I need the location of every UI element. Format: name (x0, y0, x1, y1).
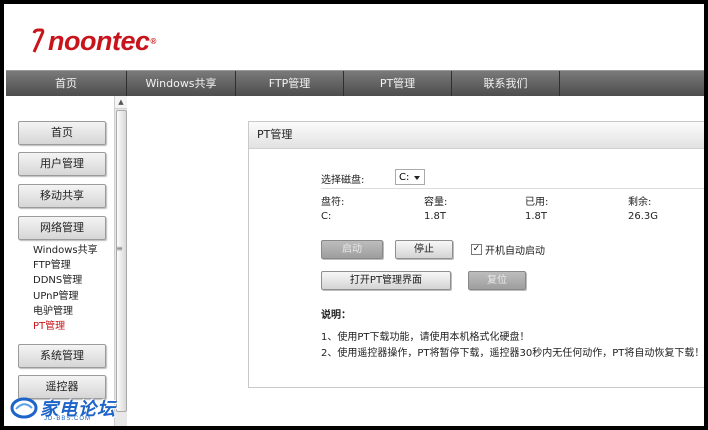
nav-contact[interactable]: 联系我们 (452, 71, 560, 97)
app-window: noontec ® 首页 Windows共享 FTP管理 PT管理 联系我们 首页… (4, 4, 704, 426)
submenu-upnp[interactable]: UPnP管理 (33, 290, 79, 304)
col-drive: 盘符: (321, 197, 345, 208)
top-navigation: 首页 Windows共享 FTP管理 PT管理 联系我们 (6, 70, 704, 97)
sidebar-home-button[interactable]: 首页 (18, 121, 106, 145)
registered-mark: ® (150, 36, 157, 46)
scroll-grip-icon: ≡ (116, 244, 123, 253)
notes-title: 说明： (321, 310, 351, 321)
brand-name: noontec (48, 25, 150, 56)
col-used: 已用: (525, 197, 549, 208)
nav-windows-share[interactable]: Windows共享 (127, 71, 236, 97)
start-button[interactable]: 启动 (321, 240, 383, 259)
sidebar: 首页 用户管理 移动共享 网络管理 Windows共享 FTP管理 DDNS管理… (6, 96, 114, 426)
submenu-ftp[interactable]: FTP管理 (33, 259, 71, 273)
note-2: 2、使用遥控器操作，PT将暂停下载，遥控器30秒内无任何动作，PT将自动恢复下载… (321, 348, 704, 359)
sidebar-system-management-button[interactable]: 系统管理 (18, 344, 106, 368)
col-capacity: 容量: (424, 197, 448, 208)
nav-empty (560, 71, 700, 97)
forum-logo-icon (10, 397, 38, 419)
disk-select-label: 选择磁盘: (321, 175, 365, 186)
brand-logo: noontec ® (30, 24, 156, 58)
chevron-down-icon (414, 176, 420, 180)
watermark: 家电论坛 JD-BBS.COM (10, 394, 140, 424)
cell-drive: C: (321, 211, 332, 222)
table-divider (321, 188, 704, 189)
panel-title: PT管理 (249, 122, 704, 149)
submenu-pt-active[interactable]: PT管理 (33, 320, 65, 334)
scroll-up-icon[interactable]: ▲ (115, 96, 127, 109)
submenu-emule[interactable]: 电驴管理 (33, 305, 73, 319)
note-1: 1、使用PT下载功能，请使用本机格式化硬盘！ (321, 332, 530, 343)
col-free: 剩余: (628, 197, 652, 208)
sidebar-scrollbar[interactable]: ▲ ≡ (114, 96, 127, 426)
submenu-windows-share[interactable]: Windows共享 (33, 244, 98, 258)
disk-select[interactable]: C: (395, 169, 425, 185)
sidebar-network-management-button[interactable]: 网络管理 (18, 216, 106, 240)
watermark-url: JD-BBS.COM (44, 416, 92, 422)
autostart-label: 开机自动启动 (485, 246, 545, 257)
cell-free: 26.3G (628, 211, 659, 222)
submenu-ddns[interactable]: DDNS管理 (33, 274, 82, 288)
scroll-thumb[interactable] (116, 110, 127, 412)
nav-home[interactable]: 首页 (6, 71, 127, 97)
reset-button[interactable]: 复位 (468, 271, 526, 290)
cell-capacity: 1.8T (424, 211, 447, 222)
nav-pt[interactable]: PT管理 (344, 71, 452, 97)
disk-select-value: C: (399, 172, 410, 183)
sidebar-mobile-share-button[interactable]: 移动共享 (18, 184, 106, 208)
open-pt-interface-button[interactable]: 打开PT管理界面 (321, 271, 451, 290)
sidebar-user-management-button[interactable]: 用户管理 (18, 152, 106, 176)
brand-mark-icon (32, 28, 45, 53)
stop-button[interactable]: 停止 (395, 240, 453, 259)
autostart-checkbox[interactable]: ✓ (471, 244, 482, 255)
pt-management-panel: PT管理 选择磁盘: C: 盘符: 容量: 已用: 剩余: C: 1.8T 1.… (248, 121, 704, 388)
cell-used: 1.8T (525, 211, 548, 222)
nav-ftp[interactable]: FTP管理 (236, 71, 344, 97)
main-content: PT管理 选择磁盘: C: 盘符: 容量: 已用: 剩余: C: 1.8T 1.… (127, 96, 704, 426)
